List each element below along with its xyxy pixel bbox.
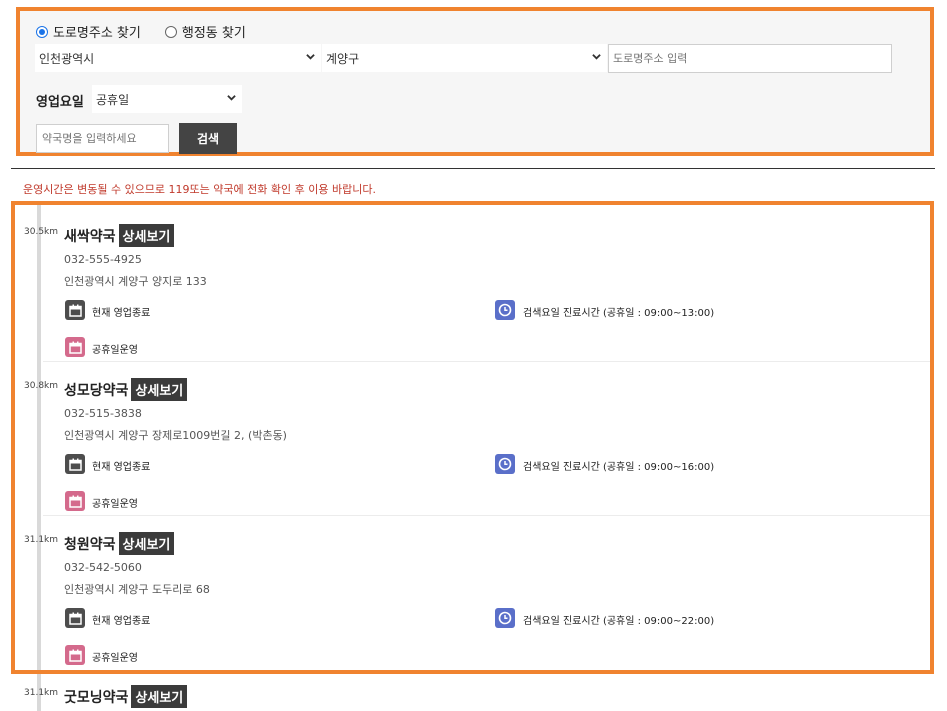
pharmacy-name-text: 성모당약국 [64, 382, 129, 399]
radio-road-label[interactable]: 도로명주소 찾기 [53, 22, 141, 41]
calendar-icon [65, 645, 85, 665]
radio-unchecked-icon[interactable] [164, 25, 177, 38]
opening-hours: 검색요일 진료시간 (공휴일 : 09:00~16:00) [523, 462, 715, 473]
address: 인천광역시 계양구 도두리로 68 [64, 583, 210, 596]
holiday-operation: 공휴일운영 [92, 653, 138, 664]
holiday-operation: 공휴일운영 [92, 499, 138, 510]
detail-button[interactable]: 상세보기 [131, 685, 188, 708]
district-select[interactable]: 계양구 [322, 44, 607, 72]
pharmacy-name-input[interactable] [36, 124, 169, 153]
clock-icon [495, 454, 515, 474]
pharmacy-name-text: 굿모닝약국 [64, 689, 129, 706]
item-separator [43, 361, 930, 362]
distance: 31.1km [24, 535, 59, 545]
list-item: 30.5km 새싹약국 상세보기 032-555-4925 인천광역시 계양구 … [15, 207, 930, 361]
pharmacy-name: 굿모닝약국 상세보기 [64, 685, 188, 708]
list-item: 31.1km 굿모닝약국 상세보기 [15, 668, 930, 711]
detail-button[interactable]: 상세보기 [131, 378, 188, 401]
chevron-down-icon [227, 95, 236, 101]
distance: 31.1km [24, 688, 59, 698]
list-item: 30.8km 성모당약국 상세보기 032-515-3838 인천광역시 계양구… [15, 361, 930, 515]
radio-dong-label[interactable]: 행정동 찾기 [182, 22, 246, 41]
business-day-select[interactable]: 공휴일 [92, 85, 242, 113]
opening-hours: 검색요일 진료시간 (공휴일 : 09:00~22:00) [523, 616, 715, 627]
radio-road-address[interactable]: 도로명주소 찾기 [36, 22, 141, 41]
search-mode-radios: 도로명주소 찾기 행정동 찾기 [36, 22, 270, 41]
holiday-operation: 공휴일운영 [92, 345, 138, 356]
list-item: 31.1km 청원약국 상세보기 032-542-5060 인천광역시 계양구 … [15, 515, 930, 669]
pharmacy-name-text: 청원약국 [64, 536, 116, 553]
clock-icon [495, 608, 515, 628]
search-panel: 도로명주소 찾기 행정동 찾기 인천광역시 계양구 영업요일 공휴일 검색 [16, 7, 934, 156]
radio-checked-icon[interactable] [36, 25, 48, 38]
address: 인천광역시 계양구 양지로 133 [64, 275, 207, 288]
business-day-value: 공휴일 [96, 92, 130, 107]
address: 인천광역시 계양구 장제로1009번길 2, (박촌동) [64, 429, 287, 442]
phone: 032-515-3838 [64, 407, 142, 420]
business-day-label: 영업요일 [36, 95, 84, 110]
phone: 032-542-5060 [64, 561, 142, 574]
calendar-icon [65, 454, 85, 474]
pharmacy-name: 청원약국 상세보기 [64, 532, 175, 555]
chevron-down-icon [306, 54, 315, 60]
city-select[interactable]: 인천광역시 [35, 44, 321, 72]
distance: 30.5km [24, 227, 59, 237]
detail-button[interactable]: 상세보기 [118, 532, 175, 555]
opening-hours: 검색요일 진료시간 (공휴일 : 09:00~13:00) [523, 308, 715, 319]
detail-button[interactable]: 상세보기 [118, 224, 175, 247]
divider [11, 168, 935, 169]
business-status: 현재 영업종료 [92, 308, 151, 319]
pharmacy-name: 성모당약국 상세보기 [64, 378, 188, 401]
notice-text: 운영시간은 변동될 수 있으므로 119또는 약국에 전화 확인 후 이용 바랍… [23, 183, 376, 196]
clock-icon [495, 300, 515, 320]
chevron-down-icon [592, 54, 601, 60]
calendar-icon [65, 491, 85, 511]
calendar-icon [65, 337, 85, 357]
calendar-icon [65, 608, 85, 628]
road-address-input[interactable] [608, 44, 892, 73]
radio-admin-dong[interactable]: 행정동 찾기 [164, 22, 246, 41]
city-select-value: 인천광역시 [39, 51, 95, 66]
phone: 032-555-4925 [64, 253, 142, 266]
search-button[interactable]: 검색 [179, 123, 237, 154]
distance: 30.8km [24, 381, 59, 391]
calendar-icon [65, 300, 85, 320]
business-status: 현재 영업종료 [92, 462, 151, 473]
item-separator [43, 515, 930, 516]
pharmacy-name: 새싹약국 상세보기 [64, 224, 175, 247]
pharmacy-name-text: 새싹약국 [64, 228, 116, 245]
business-status: 현재 영업종료 [92, 616, 151, 627]
district-select-value: 계양구 [326, 51, 360, 66]
